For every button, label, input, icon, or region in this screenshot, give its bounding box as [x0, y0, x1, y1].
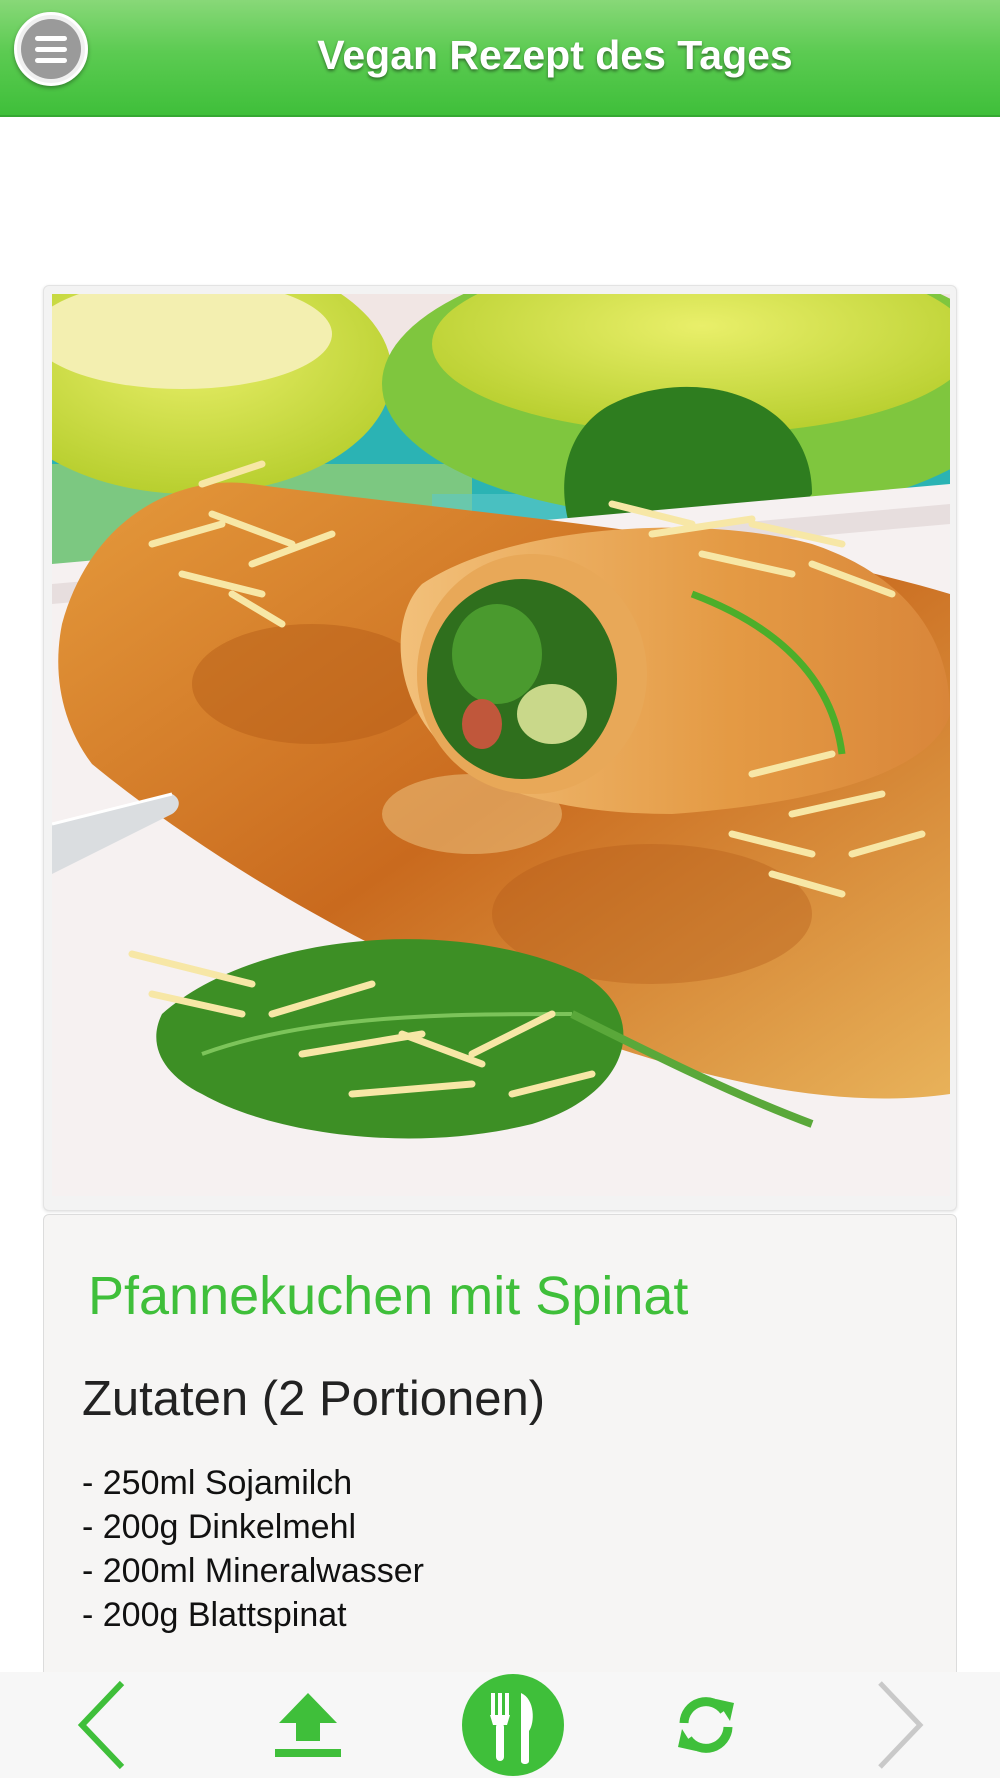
ingredient-item: - 200ml Mineralwasser [82, 1552, 424, 1590]
recipe-button[interactable] [458, 1672, 568, 1778]
spinach-pancake-photo [52, 294, 950, 1196]
bottom-toolbar [0, 1672, 1000, 1778]
refresh-icon [678, 1697, 734, 1753]
chevron-left-icon [77, 1680, 125, 1770]
ingredient-item: - 200g Blattspinat [82, 1596, 347, 1634]
app-header: Vegan Rezept des Tages [0, 0, 1000, 117]
hamburger-menu-icon [21, 19, 81, 79]
page-title: Vegan Rezept des Tages [317, 31, 793, 78]
previous-button[interactable] [60, 1672, 140, 1778]
recipe-title: Pfannekuchen mit Spinat [88, 1266, 689, 1326]
ingredient-item: - 200g Dinkelmehl [82, 1508, 357, 1546]
refresh-button[interactable] [666, 1672, 746, 1778]
next-button[interactable] [862, 1672, 942, 1778]
recipe-photo-card [43, 285, 957, 1211]
upload-icon [275, 1693, 341, 1757]
chevron-right-icon [878, 1681, 924, 1769]
share-button[interactable] [268, 1672, 348, 1778]
menu-button[interactable] [14, 12, 88, 86]
ingredient-item: - 250ml Sojamilch [82, 1464, 353, 1502]
fork-knife-icon [462, 1674, 564, 1776]
ingredients-list: - 250ml Sojamilch - 200g Dinkelmehl - 20… [82, 1461, 424, 1637]
ingredients-heading: Zutaten (2 Portionen) [82, 1372, 546, 1426]
